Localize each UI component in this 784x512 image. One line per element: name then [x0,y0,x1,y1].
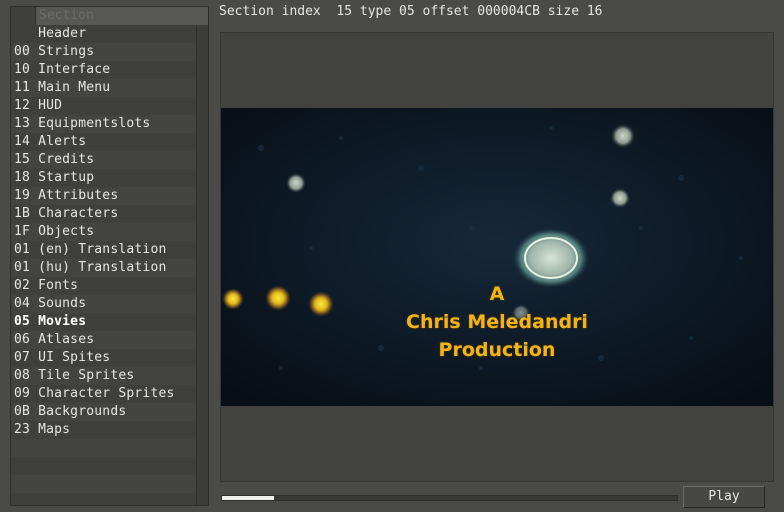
list-item-credits[interactable]: 15 Credits [11,151,196,169]
list-item-interface[interactable]: 10 Interface [11,61,196,79]
list-item-fonts[interactable]: 02 Fonts [11,277,196,295]
list-header-spacer [11,7,36,25]
column-header-section[interactable]: Section [36,7,208,26]
play-button[interactable]: Play [683,486,765,508]
list-item-maps[interactable]: 23 Maps [11,421,196,439]
list-item-equipmentslots[interactable]: 13 Equipmentslots [11,115,196,133]
list-item-backgrounds[interactable]: 0B Backgrounds [11,403,196,421]
list-scrollbar[interactable] [196,25,208,505]
list-header: Section [11,7,208,26]
list-item-en-translation[interactable]: 01 (en) Translation [11,241,196,259]
list-item-ui-spites[interactable]: 07 UI Spites [11,349,196,367]
credit-line: A [489,283,505,305]
section-info: Section index 15 type 05 offset 000004CB… [219,4,603,19]
section-list[interactable]: Section Header 00 Strings 10 Interface 1… [10,6,209,506]
list-item-empty [11,457,196,475]
list-item-startup[interactable]: 18 Startup [11,169,196,187]
list-item-hu-translation[interactable]: 01 (hu) Translation [11,259,196,277]
section-rows: Header 00 Strings 10 Interface 11 Main M… [11,25,196,493]
list-item-attributes[interactable]: 19 Attributes [11,187,196,205]
credit-line: Production [438,339,556,361]
list-item-movies[interactable]: 05 Movies [11,313,196,331]
credit-text: A Chris Meledandri Production [221,280,773,364]
playback-progress-bar[interactable] [221,495,678,501]
playback-progress-fill [222,496,275,500]
list-item-atlases[interactable]: 06 Atlases [11,331,196,349]
list-item-alerts[interactable]: 14 Alerts [11,133,196,151]
list-item-character-sprites[interactable]: 09 Character Sprites [11,385,196,403]
list-item-tile-sprites[interactable]: 08 Tile Sprites [11,367,196,385]
list-item-empty [11,439,196,457]
video-panel: A Chris Meledandri Production [220,32,774,482]
list-item-main-menu[interactable]: 11 Main Menu [11,79,196,97]
list-item-hud[interactable]: 12 HUD [11,97,196,115]
list-item-characters[interactable]: 1B Characters [11,205,196,223]
video-frame[interactable]: A Chris Meledandri Production [221,108,773,406]
list-item-sounds[interactable]: 04 Sounds [11,295,196,313]
list-item-header[interactable]: Header [11,25,196,43]
list-item-empty [11,475,196,493]
list-item-objects[interactable]: 1F Objects [11,223,196,241]
list-item-strings[interactable]: 00 Strings [11,43,196,61]
credit-line: Chris Meledandri [406,311,588,333]
